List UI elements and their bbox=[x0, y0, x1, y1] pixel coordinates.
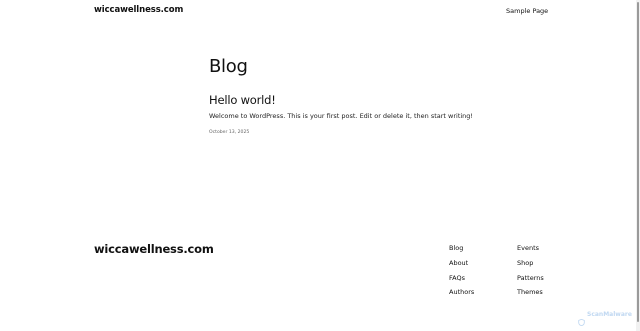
footer-link-faqs[interactable]: FAQs bbox=[449, 272, 474, 287]
footer-link-authors[interactable]: Authors bbox=[449, 286, 474, 301]
shield-icon bbox=[578, 311, 585, 327]
post-excerpt: Welcome to WordPress. This is your first… bbox=[209, 112, 474, 120]
footer-link-about[interactable]: About bbox=[449, 257, 474, 272]
footer-links-column-1: Blog About FAQs Authors bbox=[449, 242, 474, 301]
footer-link-blog[interactable]: Blog bbox=[449, 242, 474, 257]
footer-link-themes[interactable]: Themes bbox=[517, 286, 544, 301]
nav-link-sample-page[interactable]: Sample Page bbox=[506, 7, 548, 15]
scrollbar-thumb[interactable] bbox=[637, 2, 639, 322]
footer-link-shop[interactable]: Shop bbox=[517, 257, 544, 272]
page-title: Blog bbox=[209, 56, 248, 78]
vertical-scrollbar[interactable] bbox=[636, 0, 640, 331]
footer-site-title[interactable]: wiccawellness.com bbox=[94, 242, 214, 256]
site-title[interactable]: wiccawellness.com bbox=[94, 5, 183, 15]
footer-link-events[interactable]: Events bbox=[517, 242, 544, 257]
footer-links-column-2: Events Shop Patterns Themes bbox=[517, 242, 544, 301]
post-title[interactable]: Hello world! bbox=[209, 93, 276, 107]
watermark: ScanMalware bbox=[578, 311, 632, 327]
page: wiccawellness.com Sample Page Blog Hello… bbox=[0, 0, 640, 331]
post-date[interactable]: October 13, 2025 bbox=[209, 130, 249, 135]
watermark-text: ScanMalware bbox=[587, 311, 632, 318]
footer-link-patterns[interactable]: Patterns bbox=[517, 272, 544, 287]
